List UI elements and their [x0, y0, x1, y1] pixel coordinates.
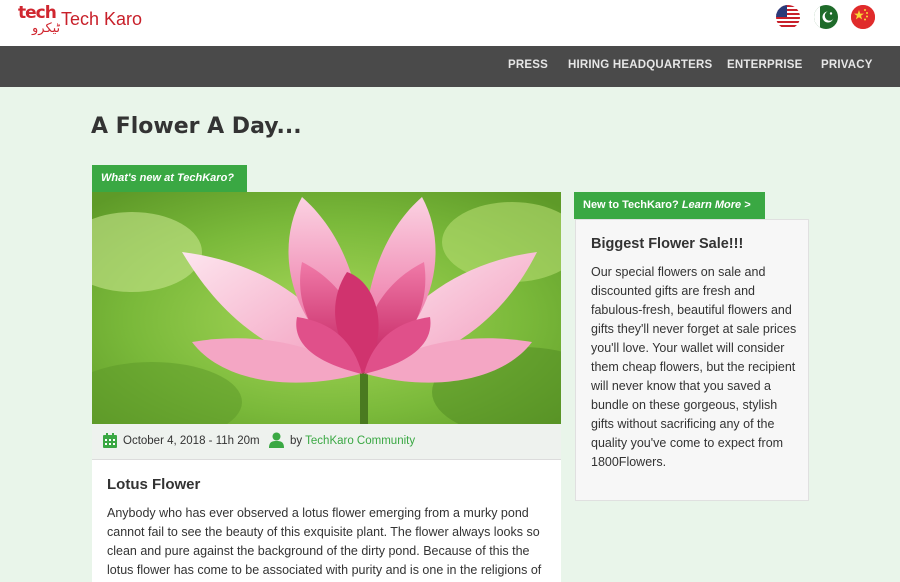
cn-flag-icon[interactable] [851, 5, 875, 29]
new-to-techkaro-tag[interactable]: New to TechKaro? Learn More > [574, 192, 765, 219]
us-flag-icon[interactable] [776, 5, 800, 29]
author-link[interactable]: TechKaro Community [305, 435, 415, 447]
nav-hiring-headquarters[interactable]: HIRING HEADQUARTERS [568, 59, 712, 71]
nav-enterprise[interactable]: ENTERPRISE [727, 59, 803, 71]
tech-karo-logo[interactable]: tech ٹیکرو [18, 3, 62, 39]
top-bar: tech ٹیکرو Tech Karo [0, 0, 900, 46]
article-meta: October 4, 2018 - 11h 20m by TechKaro Co… [92, 424, 561, 460]
nav-privacy[interactable]: PRIVACY [821, 59, 873, 71]
article-body: Anybody who has ever observed a lotus fl… [107, 506, 542, 577]
learn-more-link[interactable]: Learn More > [682, 199, 751, 211]
article-card: Lotus Flower Anybody who has ever observ… [92, 460, 561, 582]
sale-title: Biggest Flower Sale!!! [591, 236, 744, 252]
brand-name[interactable]: Tech Karo [61, 9, 142, 30]
article-byline: by TechKaro Community [290, 435, 415, 447]
article-date: October 4, 2018 - 11h 20m [123, 435, 260, 447]
calendar-icon [103, 433, 117, 448]
logo-script-text: ٹیکرو [32, 20, 61, 35]
whats-new-tag[interactable]: What's new at TechKaro? [92, 165, 247, 192]
lotus-flower-image[interactable] [92, 192, 561, 424]
sale-body: Our special flowers on sale and discount… [591, 265, 797, 469]
user-icon [269, 432, 284, 448]
flower-sale-card: Biggest Flower Sale!!! Our special flowe… [575, 219, 809, 501]
main-nav: PRESS HIRING HEADQUARTERS ENTERPRISE PRI… [0, 46, 900, 87]
pk-flag-icon[interactable] [814, 5, 838, 29]
nav-press[interactable]: PRESS [508, 59, 548, 71]
page-title: A Flower A Day... [91, 114, 302, 139]
article-title[interactable]: Lotus Flower [107, 476, 200, 493]
new-to-label: New to TechKaro? [583, 199, 679, 211]
byline-label: by [290, 435, 303, 447]
